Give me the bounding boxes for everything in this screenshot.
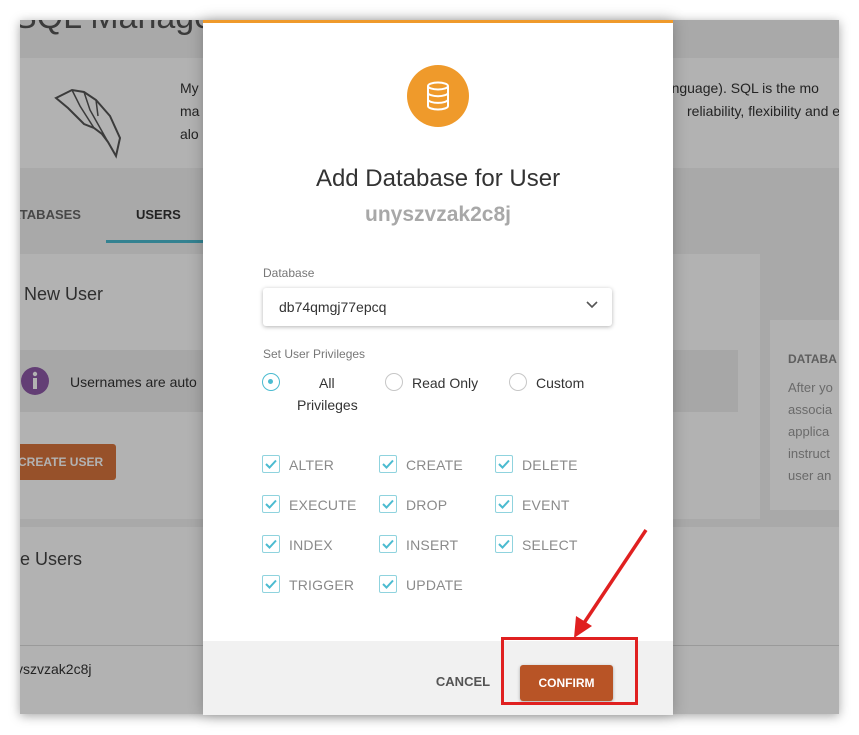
checkbox-event[interactable] [495,495,513,513]
checkbox-drop-label: DROP [406,497,448,513]
annotation-highlight-box [501,637,638,705]
checkbox-drop[interactable] [379,495,397,513]
checkbox-trigger[interactable] [262,575,280,593]
radio-all-privileges-label-line2: Privileges [297,397,358,413]
database-icon [407,65,469,127]
database-label: Database [263,266,315,280]
radio-read-only[interactable] [385,373,403,391]
checkbox-insert[interactable] [379,535,397,553]
radio-custom-label: Custom [536,375,585,391]
checkbox-execute[interactable] [262,495,280,513]
radio-all-privileges-label: All [319,375,335,391]
radio-all-privileges[interactable] [262,373,280,391]
checkbox-delete[interactable] [495,455,513,473]
checkbox-create[interactable] [379,455,397,473]
annotation-arrow-icon [574,529,648,638]
cancel-button[interactable]: CANCEL [428,674,498,696]
checkbox-index[interactable] [262,535,280,553]
checkbox-execute-label: EXECUTE [289,497,357,513]
checkbox-delete-label: DELETE [522,457,578,473]
checkbox-event-label: EVENT [522,497,570,513]
checkbox-index-label: INDEX [289,537,333,553]
modal-title: Add Database for User [315,165,561,192]
checkbox-create-label: CREATE [406,457,463,473]
radio-read-only-label: Read Only [412,375,479,391]
checkbox-alter-label: ALTER [289,457,335,473]
checkbox-alter[interactable] [262,455,280,473]
checkbox-trigger-label: TRIGGER [289,577,355,593]
database-select-value: db74qmgj77epcq [279,299,387,315]
chevron-down-icon [586,301,598,309]
radio-custom[interactable] [509,373,527,391]
checkbox-update[interactable] [379,575,397,593]
modal-username: unyszvzak2c8j [365,203,511,226]
checkbox-insert-label: INSERT [406,537,459,553]
privileges-label: Set User Privileges [263,347,366,361]
checkbox-update-label: UPDATE [406,577,463,593]
checkbox-select[interactable] [495,535,513,553]
database-select[interactable]: db74qmgj77epcq [263,288,612,326]
